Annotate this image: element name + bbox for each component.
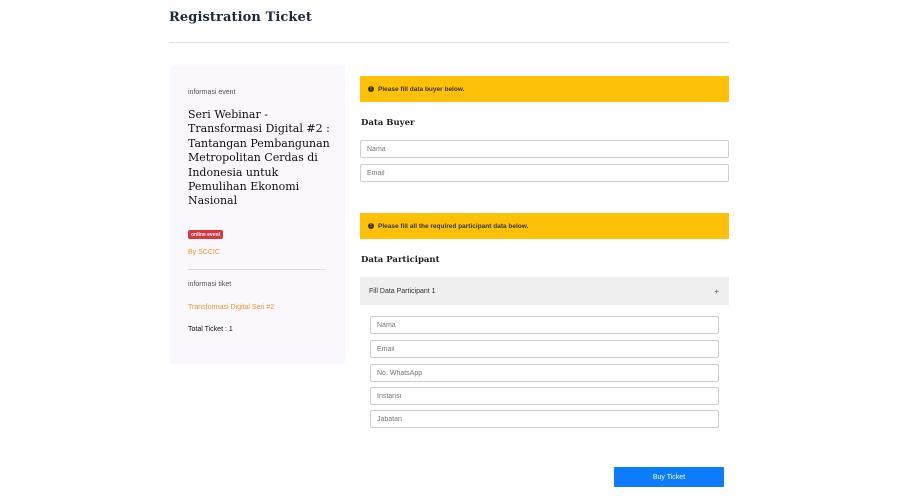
ticket-name: Transformasi Digital Seri #2	[188, 304, 275, 311]
event-title: Seri Webinar - Transformasi Digital #2 :…	[188, 108, 330, 208]
accordion-label: Fill Data Participant 1	[369, 287, 436, 295]
plus-icon[interactable]: +	[714, 287, 719, 296]
buyer-alert: ! Please fill data buyer below.	[360, 76, 729, 102]
buyer-alert-text: Please fill data buyer below.	[378, 85, 465, 93]
info-circle-icon: !	[368, 223, 374, 229]
event-organizer: By SCCIC	[188, 249, 220, 256]
participant-instansi-input[interactable]	[370, 387, 719, 405]
participant-alert-text: Please fill all the required participant…	[378, 222, 529, 230]
event-section-label: informasi event	[188, 89, 236, 96]
participant-heading: Data Participant	[361, 255, 440, 265]
buyer-name-input[interactable]	[360, 140, 729, 158]
ticket-section-label: informasi tiket	[188, 281, 232, 288]
card-divider	[188, 269, 325, 270]
page-title: Registration Ticket	[169, 10, 313, 25]
participant-jabatan-input[interactable]	[370, 410, 719, 428]
participant-accordion-header[interactable]: Fill Data Participant 1 +	[360, 277, 729, 305]
participant-email-input[interactable]	[370, 340, 719, 358]
buyer-heading: Data Buyer	[361, 118, 415, 128]
participant-name-input[interactable]	[370, 316, 719, 334]
title-divider	[169, 42, 729, 43]
participant-alert: ! Please fill all the required participa…	[360, 213, 729, 239]
participant-whatsapp-input[interactable]	[370, 364, 719, 382]
total-ticket: Total Ticket : 1	[188, 326, 233, 333]
event-info-card: informasi event Seri Webinar - Transform…	[170, 66, 345, 364]
online-event-badge: online event	[188, 230, 224, 239]
buy-ticket-button[interactable]: Buy Ticket	[614, 467, 724, 487]
buyer-email-input[interactable]	[360, 164, 729, 182]
info-circle-icon: !	[368, 86, 374, 92]
